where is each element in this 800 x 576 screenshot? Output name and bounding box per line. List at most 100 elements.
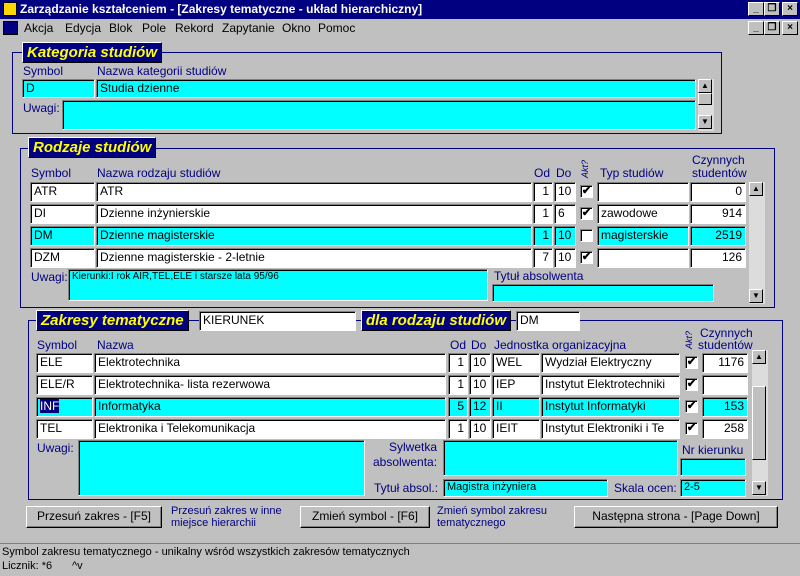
zakresy-jname-cell[interactable]: Instytut Elektroniki i Te	[541, 419, 680, 439]
scroll-thumb[interactable]	[698, 93, 712, 105]
menu-pole[interactable]: Pole	[142, 21, 166, 35]
rodzaje-akt-checkbox[interactable]: ✔	[580, 251, 593, 264]
zakresy-uwagi-field[interactable]	[78, 440, 365, 496]
przesun-zakres-button[interactable]: Przesuń zakres - [F5]	[26, 506, 162, 528]
scroll-up-icon[interactable]: ▲	[749, 182, 763, 196]
zakresy-jname-cell[interactable]: Wydział Elektryczny	[541, 353, 680, 373]
status-nav: ^v	[72, 560, 83, 572]
zakresy-name-cell[interactable]: Informatyka	[94, 397, 446, 417]
zakresy-jcode-cell[interactable]: IEP	[492, 375, 540, 395]
zakresy-od-cell[interactable]: 1	[448, 419, 468, 439]
rodzaje-name-cell[interactable]: Dzienne magisterskie - 2-letnie	[96, 248, 532, 268]
rodzaje-scrollbar[interactable]: ▲ ▼	[749, 182, 765, 304]
zakresy-od-cell[interactable]: 1	[448, 353, 468, 373]
kategoria-symbol-field[interactable]: D	[22, 79, 95, 98]
rodzaje-name-cell[interactable]: ATR	[96, 182, 532, 202]
zakresy-jname-cell[interactable]: Instytut Elektrotechniki	[541, 375, 680, 395]
menu-akcja[interactable]: Akcja	[24, 21, 53, 35]
zakresy-symbol-cell[interactable]: ELE	[36, 353, 93, 373]
scroll-thumb[interactable]	[752, 386, 766, 460]
rodzaje-symbol-cell[interactable]: DM	[30, 226, 95, 246]
scroll-down-icon[interactable]: ▼	[752, 481, 766, 495]
nastepna-strona-button[interactable]: Następna strona - [Page Down]	[574, 506, 778, 528]
zakresy-od-cell[interactable]: 1	[448, 375, 468, 395]
rodzaje-typ-cell[interactable]	[597, 248, 689, 268]
menu-rekord[interactable]: Rekord	[175, 21, 214, 35]
zmien-symbol-button[interactable]: Zmień symbol - [F6]	[300, 506, 430, 528]
rodzaje-typ-cell[interactable]: zawodowe	[597, 204, 689, 224]
rodzaje-od-cell[interactable]: 7	[533, 248, 553, 268]
rodzaje-od-cell[interactable]: 1	[533, 226, 553, 246]
zakresy-symbol-header: Symbol	[37, 338, 78, 352]
zakresy-akt-checkbox[interactable]: ✔	[685, 400, 698, 413]
zakresy-jedn-header: Jednostka organizacyjna	[494, 338, 627, 352]
close-icon[interactable]: ×	[782, 2, 798, 16]
zakresy-name-cell[interactable]: Elektrotechnika	[94, 353, 446, 373]
doc-close-icon[interactable]: ×	[782, 21, 798, 35]
menu-okno[interactable]: Okno	[282, 21, 311, 35]
zakresy-name-cell[interactable]: Elektrotechnika- lista rezerwowa	[94, 375, 446, 395]
menu-blok[interactable]: Blok	[109, 21, 132, 35]
zakresy-symbol-cell[interactable]: ELE/R	[36, 375, 93, 395]
minimize-icon[interactable]: _	[748, 2, 764, 16]
scroll-up-icon[interactable]: ▲	[698, 79, 712, 93]
rodzaje-akt-checkbox[interactable]: ✔	[580, 185, 593, 198]
rodzaje-akt-checkbox[interactable]	[580, 229, 593, 242]
zakresy-do-cell[interactable]: 10	[469, 419, 491, 439]
rodzaje-akt-checkbox[interactable]: ✔	[580, 207, 593, 220]
zakresy-jcode-cell[interactable]: II	[492, 397, 540, 417]
zakresy-akt-checkbox[interactable]: ✔	[685, 356, 698, 369]
doc-restore-icon[interactable]: ❐	[764, 21, 780, 35]
zakresy-name-cell[interactable]: Elektronika i Telekomunikacja	[94, 419, 446, 439]
rodzaje-name-cell[interactable]: Dzienne inżynierskie	[96, 204, 532, 224]
przesun-hint-1: Przesuń zakres w inne	[171, 505, 282, 517]
rodzaje-tytul-label: Tytuł absolwenta	[494, 269, 584, 283]
zakresy-jcode-cell[interactable]: IEIT	[492, 419, 540, 439]
rodzaje-od-cell[interactable]: 1	[533, 204, 553, 224]
rodzaje-uwagi-field[interactable]: Kierunki:I rok AIR,TEL,ELE i starsze lat…	[68, 269, 488, 301]
rodzaje-typ-cell[interactable]	[597, 182, 689, 202]
zakresy-kierunek-field[interactable]: KIERUNEK	[199, 311, 356, 331]
rodzaje-tytul-field[interactable]	[492, 284, 714, 302]
zakresy-do-cell[interactable]: 10	[469, 353, 491, 373]
zakresy-name-header: Nazwa	[97, 338, 134, 352]
rodzaje-od-cell[interactable]: 1	[533, 182, 553, 202]
kategoria-name-field[interactable]: Studia dzienne	[96, 79, 696, 98]
rodzaje-czynnych-cell: 0	[690, 182, 746, 202]
rodzaje-typ-cell[interactable]: magisterskie	[597, 226, 689, 246]
doc-minimize-icon[interactable]: _	[748, 21, 764, 35]
zakresy-symbol-cell[interactable]: INF	[36, 397, 93, 417]
zakresy-nr-kierunku-field[interactable]	[680, 458, 746, 476]
zakresy-jcode-cell[interactable]: WEL	[492, 353, 540, 373]
rodzaje-do-cell[interactable]: 10	[554, 226, 576, 246]
kategoria-uwagi-field[interactable]	[62, 100, 696, 130]
zakresy-akt-checkbox[interactable]: ✔	[685, 422, 698, 435]
zakresy-sylwetka-field[interactable]	[443, 440, 678, 476]
restore-icon[interactable]: ❐	[764, 2, 780, 16]
rodzaje-symbol-cell[interactable]: DZM	[30, 248, 95, 268]
menu-zapytanie[interactable]: Zapytanie	[222, 21, 275, 35]
zakresy-od-cell[interactable]: 5	[448, 397, 468, 417]
kategoria-scrollbar[interactable]: ▲ ▼	[698, 79, 714, 131]
window-title: Zarządzanie kształceniem - [Zakresy tema…	[20, 2, 423, 16]
zakresy-do-cell[interactable]: 10	[469, 375, 491, 395]
zakresy-skala-field[interactable]: 2-5	[680, 479, 746, 497]
scroll-down-icon[interactable]: ▼	[749, 289, 763, 303]
zakresy-akt-checkbox[interactable]: ✔	[685, 378, 698, 391]
scroll-down-icon[interactable]: ▼	[698, 115, 712, 129]
scroll-up-icon[interactable]: ▲	[752, 350, 766, 364]
rodzaje-do-cell[interactable]: 6	[554, 204, 576, 224]
zakresy-do-cell[interactable]: 12	[469, 397, 491, 417]
zakresy-scrollbar[interactable]: ▲ ▼	[752, 350, 768, 496]
rodzaje-symbol-cell[interactable]: DI	[30, 204, 95, 224]
zakresy-tytul-field[interactable]: Magistra inżyniera	[443, 479, 608, 497]
rodzaje-do-cell[interactable]: 10	[554, 182, 576, 202]
zakresy-jname-cell[interactable]: Instytut Informatyki	[541, 397, 680, 417]
rodzaje-do-cell[interactable]: 10	[554, 248, 576, 268]
menu-edycja[interactable]: Edycja	[65, 21, 101, 35]
menu-pomoc[interactable]: Pomoc	[318, 21, 355, 35]
rodzaje-symbol-cell[interactable]: ATR	[30, 182, 95, 202]
zakresy-symbol-cell[interactable]: TEL	[36, 419, 93, 439]
zakresy-rodzaj-field[interactable]: DM	[516, 311, 580, 331]
rodzaje-name-cell[interactable]: Dzienne magisterskie	[96, 226, 532, 246]
